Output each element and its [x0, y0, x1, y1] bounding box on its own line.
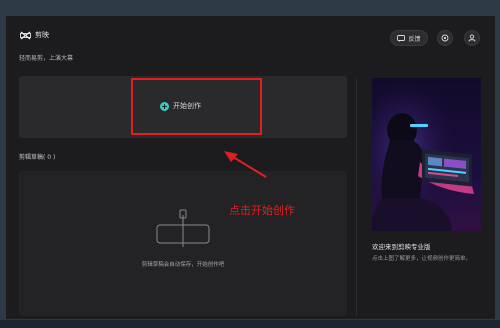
empty-drafts-icon [156, 209, 210, 247]
app-name: 剪映 [35, 31, 49, 39]
app-slogan: 轻而易剪，上演大幕 [19, 55, 74, 62]
capcut-logo-icon [20, 30, 31, 40]
settings-icon [441, 34, 449, 42]
promo-illustration [372, 78, 481, 231]
annotation-arrow-icon [224, 151, 267, 178]
account-button[interactable] [464, 30, 480, 46]
promo-image[interactable] [372, 78, 481, 231]
panel-divider [356, 78, 357, 316]
promo-subtitle: 点击上图了解更多，让视频创作更简单。 [372, 256, 472, 262]
desktop-taskbar-edge [0, 320, 500, 328]
capcut-window: 剪映 轻而易剪，上演大幕 反馈 + 开始创作 剪辑草稿( 0 ) 剪辑草稿会自动… [5, 15, 496, 320]
feedback-button[interactable]: 反馈 [390, 30, 428, 46]
drafts-panel: 剪辑草稿会自动保存，开始创作吧 [19, 171, 347, 316]
feedback-icon [397, 34, 406, 42]
settings-button[interactable] [437, 30, 453, 46]
app-brand: 剪映 [20, 30, 49, 40]
highlight-box [131, 78, 262, 135]
annotation-text: 点击开始创作 [229, 204, 295, 217]
drafts-empty-text: 剪辑草稿会自动保存，开始创作吧 [141, 262, 225, 268]
feedback-label: 反馈 [408, 35, 421, 43]
promo-title: 欢迎来到剪映专业版 [372, 243, 431, 251]
account-icon [468, 34, 476, 42]
drafts-title: 剪辑草稿( 0 ) [19, 154, 56, 161]
